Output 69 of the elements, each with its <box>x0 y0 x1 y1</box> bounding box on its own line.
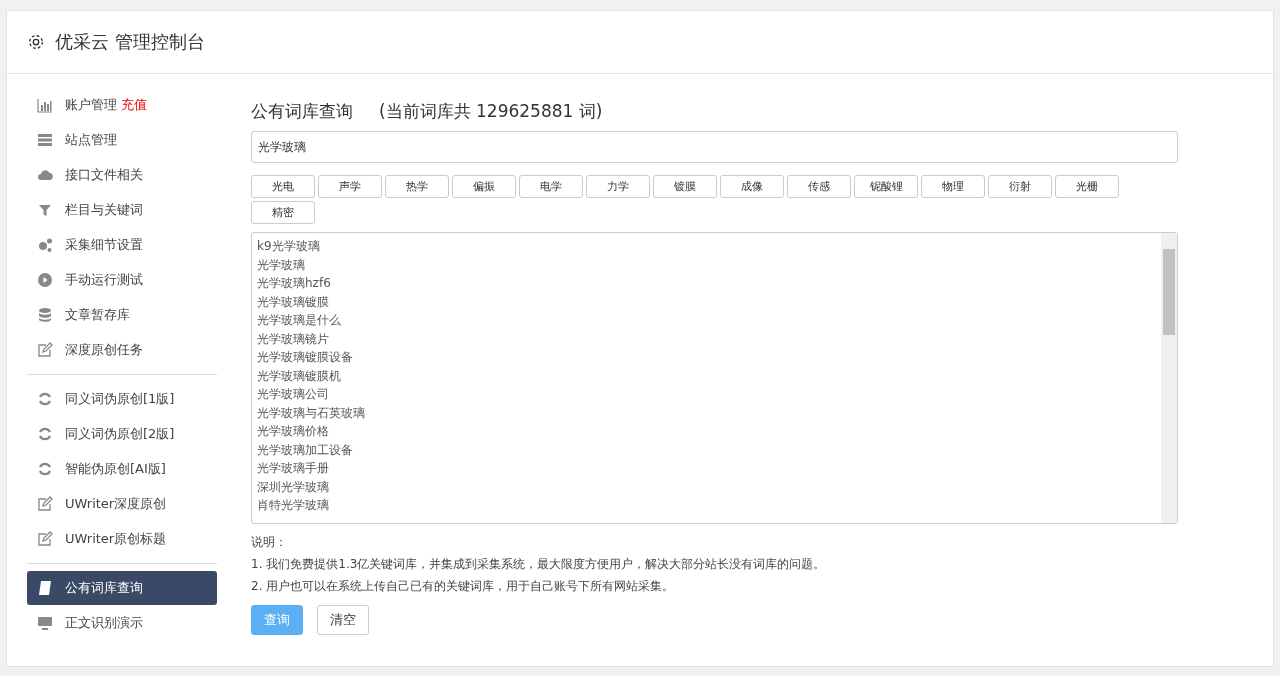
sidebar-item[interactable]: 接口文件相关 <box>27 158 217 192</box>
result-item[interactable]: 光学玻璃是什么 <box>257 311 1156 330</box>
sidebar-item[interactable]: 正文识别演示 <box>27 606 217 640</box>
result-item[interactable]: 光学玻璃手册 <box>257 459 1156 478</box>
keyword-tag[interactable]: 铌酸锂 <box>854 175 918 198</box>
sidebar-item[interactable]: UWriter原创标题 <box>27 522 217 556</box>
chart-icon <box>37 97 53 113</box>
results-list[interactable]: k9光学玻璃 光学玻璃 光学玻璃hzf6 光学玻璃镀膜 光学玻璃是什么 光学玻璃镜片 光学玻璃镀膜设备 光学玻璃镀膜机 光学玻璃公司 光学玻璃与石英玻璃 光学玻璃价格 光学玻璃加工设备 光学玻璃手册 深圳光学玻璃 肖特光学玻璃 <box>251 232 1178 524</box>
keyword-tag[interactable]: 声学 <box>318 175 382 198</box>
keyword-tag[interactable]: 物理 <box>921 175 985 198</box>
keyword-tag[interactable]: 光栅 <box>1055 175 1119 198</box>
keyword-tag[interactable]: 成像 <box>720 175 784 198</box>
database-icon <box>37 307 53 323</box>
sidebar-item[interactable]: 站点管理 <box>27 123 217 157</box>
result-item[interactable]: 光学玻璃hzf6 <box>257 274 1156 293</box>
keyword-tag[interactable]: 镀膜 <box>653 175 717 198</box>
refresh-icon <box>37 426 53 442</box>
server-icon <box>37 132 53 148</box>
sidebar-item[interactable]: 栏目与关键词 <box>27 193 217 227</box>
page-title: 公有词库查询 <box>251 100 353 123</box>
keyword-tag[interactable]: 偏振 <box>452 175 516 198</box>
sidebar-item[interactable]: 智能伪原创[AI版] <box>27 452 217 486</box>
result-item[interactable]: 光学玻璃镀膜 <box>257 292 1156 311</box>
result-item[interactable]: 深圳光学玻璃 <box>257 477 1156 496</box>
notes-title: 说明： <box>251 534 288 551</box>
scrollbar[interactable] <box>1161 233 1177 523</box>
sidebar-item[interactable]: UWriter深度原创 <box>27 487 217 521</box>
note-text: 2. 用户也可以在系统上传自己已有的关键词库，用于自己账号下所有网站采集。 <box>251 578 676 595</box>
search-field[interactable]: 光学玻璃 <box>251 131 1178 163</box>
sidebar-item[interactable]: 公有词库查询 <box>27 571 217 605</box>
edit-icon <box>37 342 53 358</box>
result-item[interactable]: 光学玻璃与石英玻璃 <box>257 403 1156 422</box>
sidebar-item[interactable]: 同义词伪原创[1版] <box>27 382 217 416</box>
keyword-tag[interactable]: 光电 <box>251 175 315 198</box>
cloud-icon <box>37 167 53 183</box>
edit-icon <box>37 496 53 512</box>
result-item[interactable]: 光学玻璃公司 <box>257 385 1156 404</box>
result-item[interactable]: 光学玻璃镀膜设备 <box>257 348 1156 367</box>
sidebar-item[interactable]: 账户管理 充值 <box>27 88 217 122</box>
filter-icon <box>37 202 53 218</box>
sidebar-item[interactable]: 深度原创任务 <box>27 333 217 367</box>
refresh-icon <box>37 461 53 477</box>
console-title: 优采云 管理控制台 <box>55 30 205 54</box>
keyword-tag[interactable]: 衍射 <box>988 175 1052 198</box>
settings-icon <box>27 33 45 51</box>
result-item[interactable]: 光学玻璃价格 <box>257 422 1156 441</box>
result-item[interactable]: 光学玻璃加工设备 <box>257 440 1156 459</box>
result-item[interactable]: 肖特光学玻璃 <box>257 496 1156 515</box>
keyword-tag[interactable]: 精密 <box>251 201 315 224</box>
edit-icon <box>37 531 53 547</box>
refresh-icon <box>37 391 53 407</box>
keyword-tag[interactable]: 力学 <box>586 175 650 198</box>
keyword-tag[interactable]: 热学 <box>385 175 449 198</box>
sidebar-item[interactable]: 手动运行测试 <box>27 263 217 297</box>
monitor-icon <box>37 615 53 631</box>
play-icon <box>37 272 53 288</box>
sidebar-item[interactable]: 采集细节设置 <box>27 228 217 262</box>
result-item[interactable]: k9光学玻璃 <box>257 237 1156 256</box>
sidebar-item[interactable]: 文章暂存库 <box>27 298 217 332</box>
clear-button[interactable]: 清空 <box>317 605 369 635</box>
sidebar-item[interactable]: 同义词伪原创[2版] <box>27 417 217 451</box>
word-count: (当前词库共 129625881 词) <box>379 100 603 123</box>
result-item[interactable]: 光学玻璃镀膜机 <box>257 366 1156 385</box>
result-item[interactable]: 光学玻璃 <box>257 255 1156 274</box>
keyword-tag[interactable]: 电学 <box>519 175 583 198</box>
recharge-link[interactable]: 充值 <box>121 96 147 114</box>
keyword-tag[interactable]: 传感 <box>787 175 851 198</box>
note-text: 1. 我们免费提供1.3亿关键词库，并集成到采集系统，最大限度方便用户，解决大部分站长没有词库的问题。 <box>251 556 827 573</box>
result-item[interactable]: 光学玻璃镜片 <box>257 329 1156 348</box>
